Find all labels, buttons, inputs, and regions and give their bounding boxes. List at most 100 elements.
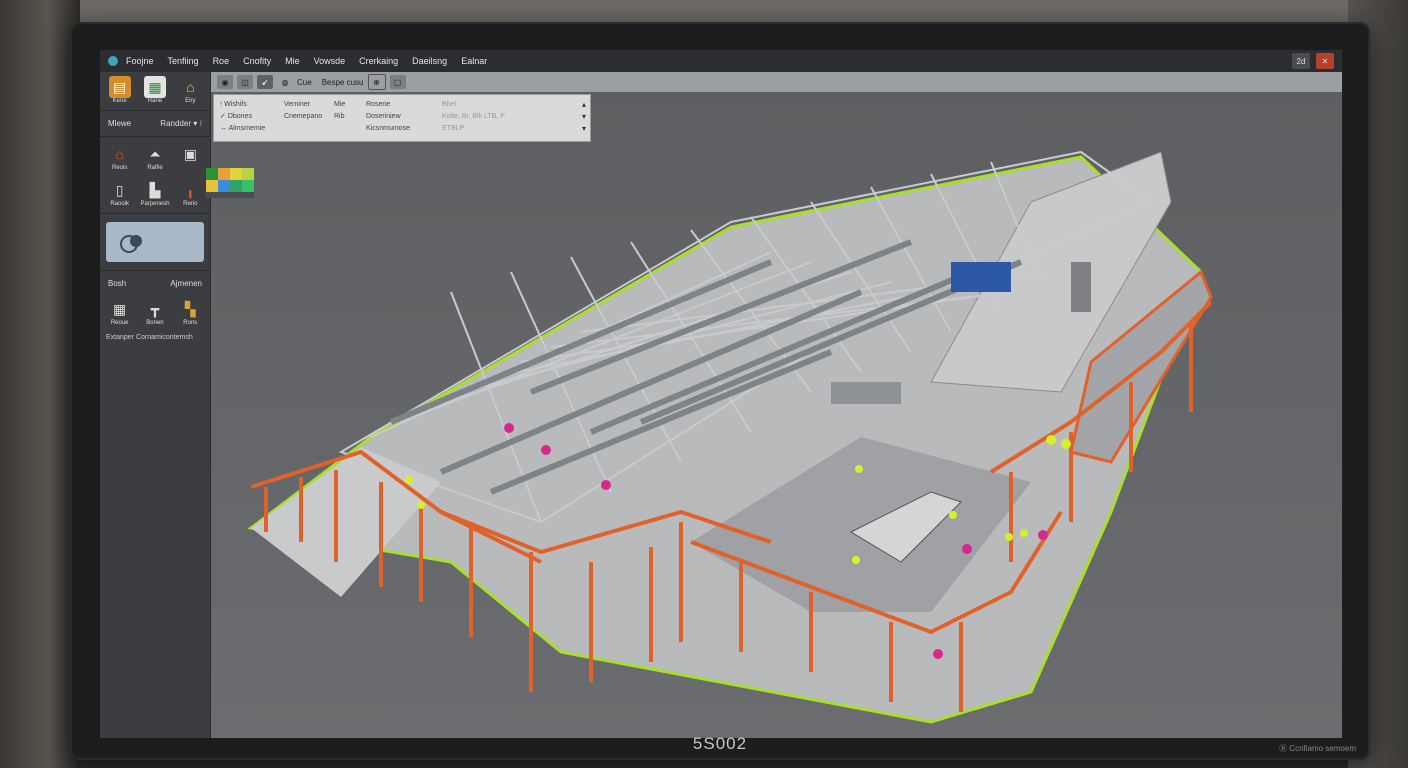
wall-icon: ▙ — [149, 181, 161, 198]
prop-value: Bbel — [442, 101, 457, 108]
menu-item[interactable]: Daeilsng — [412, 56, 447, 66]
props-col-2: Verniner Cnemepano — [284, 99, 322, 123]
camera-icon[interactable]: ◉ — [217, 75, 233, 89]
tool-ralfie[interactable]: ⏶ Ralfie — [140, 143, 170, 172]
section-header-2: Bosh Ajmenen — [100, 273, 210, 294]
props-col-5: Bbel Kolte, Br, Blk LTB, P ETBLP — [442, 99, 505, 135]
screen: Foojne Tenfiing Roe Cnofity Mie Vowsde C… — [100, 50, 1342, 738]
menu-item[interactable]: Ealnar — [461, 56, 487, 66]
props-col-3: Mie Rib — [334, 99, 345, 123]
prop-value: Cnemepano — [284, 113, 323, 120]
dot-icon — [130, 235, 142, 247]
monitor-bezel: Foojne Tenfiing Roe Cnofity Mie Vowsde C… — [70, 22, 1370, 760]
layers-icon[interactable]: ◫ — [237, 75, 253, 89]
view-2d-button[interactable]: 2d — [1292, 53, 1310, 69]
section-label: Mlewe — [108, 119, 132, 128]
tool-cube[interactable]: ▣ — [175, 143, 205, 171]
tool-label: Raooik — [110, 201, 129, 207]
divider — [100, 270, 210, 271]
bezel-badge: Ⓡ Ccnfiamo semoem — [1279, 744, 1356, 753]
tool-rerio[interactable]: ╻ Rerio — [175, 179, 205, 208]
select-tool-icon[interactable]: ➹ — [257, 75, 273, 89]
pin-icon: ╻ — [186, 181, 195, 198]
prop-value: Mie — [334, 101, 346, 108]
prop-value: Doseriniew — [366, 113, 401, 120]
menu-item[interactable]: Mie — [285, 56, 300, 66]
monitor-brand: 5S002 — [692, 734, 748, 753]
tool-rane[interactable]: ▦ Rane — [140, 76, 170, 104]
tool-eiry[interactable]: ⌂ Eiry — [175, 76, 205, 104]
frame-icon[interactable]: ▢ — [389, 75, 406, 89]
tool-label: Rerio — [183, 201, 198, 207]
tool-row-top: ▤ Kene ▦ Rane ⌂ Eiry — [100, 72, 210, 108]
tool-label: Rane — [147, 98, 163, 104]
menu-bar: Foojne Tenfiing Roe Cnofity Mie Vowsde C… — [100, 50, 1342, 72]
props-col-4: Rosene Doseriniew Kicsnmumose — [366, 99, 410, 135]
arrow-up-icon: ⏶ — [149, 145, 161, 162]
block-icon: ▚ — [184, 300, 196, 317]
close-button[interactable]: ✕ — [1316, 53, 1334, 69]
properties-panel: ⁝ Wishifs ✓ Dbones ↔ Almsmemie Verniner … — [213, 94, 591, 142]
tool-label: Ralfie — [147, 165, 163, 171]
left-tool-panel: ▤ Kene ▦ Rane ⌂ Eiry Mlewe Randder ▾ ⁝ ⌂… — [100, 72, 211, 738]
menu-item[interactable]: Cnofity — [243, 56, 271, 66]
globe-icon[interactable]: ⊕ — [367, 74, 386, 90]
tool-row-bottom: ▦ Reoue ┳ Bonen ▚ Rons — [100, 294, 210, 330]
tool-label: Reois — [111, 165, 128, 171]
bars-chart-icon: ▤ — [108, 76, 131, 98]
tool-row-mid: ⌂ Reois ⏶ Ralfie ▣ — [100, 139, 210, 175]
prop-value: Rib — [334, 113, 345, 120]
tool-label: Rons — [183, 320, 198, 326]
tool-label: Kene — [112, 98, 127, 104]
tool-kene[interactable]: ▤ Kene — [105, 76, 135, 104]
tool-rons[interactable]: ▚ Rons — [175, 298, 205, 327]
toolbar-label[interactable]: Bespe cusu — [322, 78, 364, 87]
prop-value[interactable]: Kolte, Br, Blk LTB, P — [442, 111, 505, 123]
cube-icon: ▣ — [183, 145, 197, 162]
visibility-toggle-button[interactable] — [106, 222, 204, 262]
window-controls: 2d ✕ — [1292, 53, 1334, 69]
menu-item[interactable]: Roe — [213, 56, 230, 66]
tool-row-mid2: ▯ Raooik ▙ Parpenesh ╻ Rerio — [100, 175, 210, 211]
prop-row[interactable]: ↔ Almsmemie — [220, 123, 265, 135]
tool-label: Parpenesh — [140, 201, 170, 207]
menu-item[interactable]: Crerkaing — [359, 56, 398, 66]
building-model — [211, 92, 1342, 738]
tool-label: Bonen — [146, 320, 164, 326]
section-header: Mlewe Randder ▾ ⁝ — [100, 113, 210, 134]
viewport-toolbar: ◉ ◫ ➹ ◍ Cue Bespe cusu ⊕ ▢ — [211, 72, 1342, 92]
divider — [100, 110, 210, 111]
tool-reoue[interactable]: ▦ Reoue — [105, 298, 135, 327]
divider — [100, 136, 210, 137]
grid-icon: ▦ — [113, 300, 127, 317]
color-legend — [206, 168, 254, 198]
background-left — [0, 0, 80, 768]
section-dropdown[interactable]: Randder ▾ ⁝ — [160, 119, 202, 128]
scroll-arrows[interactable]: ▴ ▾ ▾ — [582, 99, 586, 135]
doc-icon: ▦ — [143, 76, 166, 98]
tool-label: Eiry — [185, 98, 196, 104]
app-logo-icon — [108, 56, 118, 66]
divider — [100, 213, 210, 214]
tool-reois[interactable]: ⌂ Reois — [105, 143, 135, 171]
prop-row[interactable]: ✓ Dbones — [220, 111, 265, 123]
menu-item[interactable]: Tenfiing — [168, 56, 199, 66]
section-label-2: Ajmenen — [170, 279, 202, 288]
orbit-icon[interactable]: ◍ — [277, 75, 293, 89]
prop-value: ETBLP — [442, 125, 465, 132]
prop-value: Verniner — [284, 101, 311, 108]
tool-raooik[interactable]: ▯ Raooik — [105, 179, 135, 208]
house-icon: ⌂ — [186, 79, 195, 95]
props-col-1: ⁝ Wishifs ✓ Dbones ↔ Almsmemie — [220, 99, 265, 135]
tool-label: Reoue — [110, 320, 129, 326]
section-label: Bosh — [108, 279, 127, 288]
3d-viewport[interactable] — [211, 92, 1342, 738]
toolbar-label[interactable]: Cue — [297, 78, 312, 87]
tee-icon: ┳ — [150, 300, 160, 317]
prop-row[interactable]: ⁝ Wishifs — [220, 99, 265, 111]
menu-item[interactable]: Vowsde — [314, 56, 346, 66]
tool-parpenesh[interactable]: ▙ Parpenesh — [140, 179, 170, 208]
tool-bonen[interactable]: ┳ Bonen — [140, 298, 170, 327]
door-icon: ▯ — [115, 181, 124, 198]
menu-item[interactable]: Foojne — [126, 56, 154, 66]
